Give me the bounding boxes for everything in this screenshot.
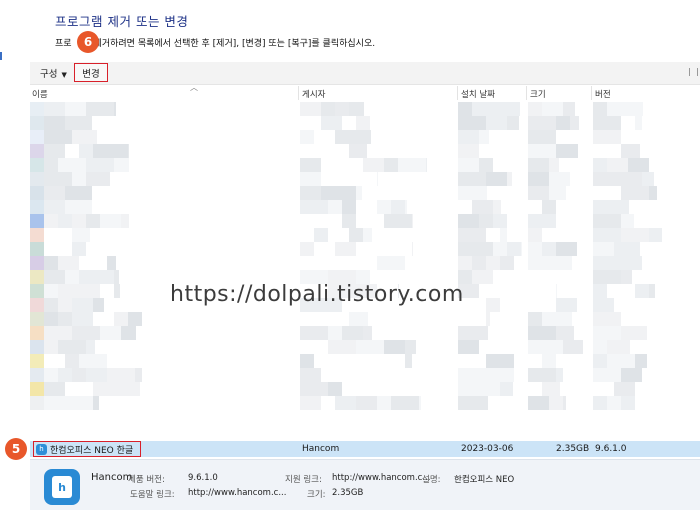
details-description-label: 설명:	[422, 475, 441, 485]
redacted-program-row[interactable]	[30, 340, 700, 354]
selected-program-name: 한컴오피스 NEO 한글	[50, 445, 134, 456]
column-size[interactable]: 크기	[530, 88, 546, 100]
details-panel: h Hancom 제품 버전: 9.6.1.0 지원 링크: http://ww…	[30, 459, 700, 510]
details-size: 2.35GB	[332, 488, 364, 498]
details-product-version-label: 제품 버전:	[128, 475, 165, 485]
selected-program-name-box[interactable]: h 한컴오피스 NEO 한글	[33, 441, 141, 457]
redacted-program-row[interactable]	[30, 130, 700, 144]
details-help-link[interactable]: http://www.hancom.c...	[188, 488, 286, 498]
step-badge-6: 6	[77, 31, 99, 53]
details-description: 한컴오피스 NEO	[454, 475, 515, 485]
selected-program-row[interactable]: h 한컴오피스 NEO 한글 Hancom 2023-03-06 2.35GB …	[30, 441, 700, 457]
view-options-icon[interactable]	[689, 68, 698, 76]
instruction-prefix: 프로	[55, 39, 72, 49]
redacted-program-row[interactable]	[30, 382, 700, 396]
details-support-link-label: 지원 링크:	[285, 475, 322, 485]
instruction-text: 프로 제거하려면 목록에서 선택한 후 [제거], [변경] 또는 [복구]를 클…	[55, 36, 375, 49]
hancom-large-icon: h	[44, 469, 80, 505]
details-product-version: 9.6.1.0	[188, 473, 218, 483]
redacted-program-row[interactable]	[30, 354, 700, 368]
details-help-link-label: 도움말 링크:	[130, 490, 175, 500]
program-list	[30, 100, 700, 438]
selected-program-installed-on: 2023-03-06	[461, 444, 514, 454]
redacted-program-row[interactable]	[30, 186, 700, 200]
redacted-program-row[interactable]	[30, 312, 700, 326]
selected-program-publisher: Hancom	[302, 444, 340, 454]
redacted-program-row[interactable]	[30, 396, 700, 410]
step-badge-5: 5	[5, 438, 27, 460]
column-publisher[interactable]: 게시자	[302, 88, 325, 100]
redacted-program-row[interactable]	[30, 256, 700, 270]
redacted-program-row[interactable]	[30, 158, 700, 172]
column-header: ︿ 이름 게시자 설치 날짜 크기 버전	[30, 83, 700, 100]
watermark-text: https://dolpali.tistory.com	[170, 282, 464, 307]
redacted-program-row[interactable]	[30, 228, 700, 242]
instruction-suffix: 제거하려면 목록에서 선택한 후 [제거], [변경] 또는 [복구]를 클릭하…	[93, 39, 376, 49]
redacted-program-row[interactable]	[30, 242, 700, 256]
details-support-link[interactable]: http://www.hancom.c...	[332, 473, 430, 483]
redacted-program-row[interactable]	[30, 214, 700, 228]
nav-indicator	[0, 52, 2, 60]
selected-program-size: 2.35GB	[556, 444, 590, 454]
details-publisher: Hancom	[91, 472, 133, 483]
redacted-program-row[interactable]	[30, 326, 700, 340]
organize-menu[interactable]: 구성 ▼	[40, 66, 67, 80]
redacted-program-row[interactable]	[30, 102, 700, 116]
organize-label: 구성	[40, 69, 58, 80]
redacted-program-row[interactable]	[30, 144, 700, 158]
column-version[interactable]: 버전	[595, 88, 611, 100]
dropdown-caret-icon: ▼	[61, 71, 67, 79]
redacted-program-row[interactable]	[30, 172, 700, 186]
selected-program-version: 9.6.1.0	[595, 444, 627, 454]
redacted-program-row[interactable]	[30, 116, 700, 130]
column-name[interactable]: 이름	[32, 88, 48, 100]
change-button[interactable]: 변경	[74, 63, 108, 82]
page-title: 프로그램 제거 또는 변경	[55, 14, 189, 29]
redacted-program-row[interactable]	[30, 200, 700, 214]
details-size-label: 크기:	[307, 490, 326, 500]
hancom-small-icon: h	[36, 443, 47, 455]
toolbar: 구성 ▼ 변경	[30, 62, 700, 85]
sort-ascending-icon: ︿	[190, 83, 198, 92]
redacted-program-row[interactable]	[30, 368, 700, 382]
column-installed-on[interactable]: 설치 날짜	[461, 88, 495, 100]
